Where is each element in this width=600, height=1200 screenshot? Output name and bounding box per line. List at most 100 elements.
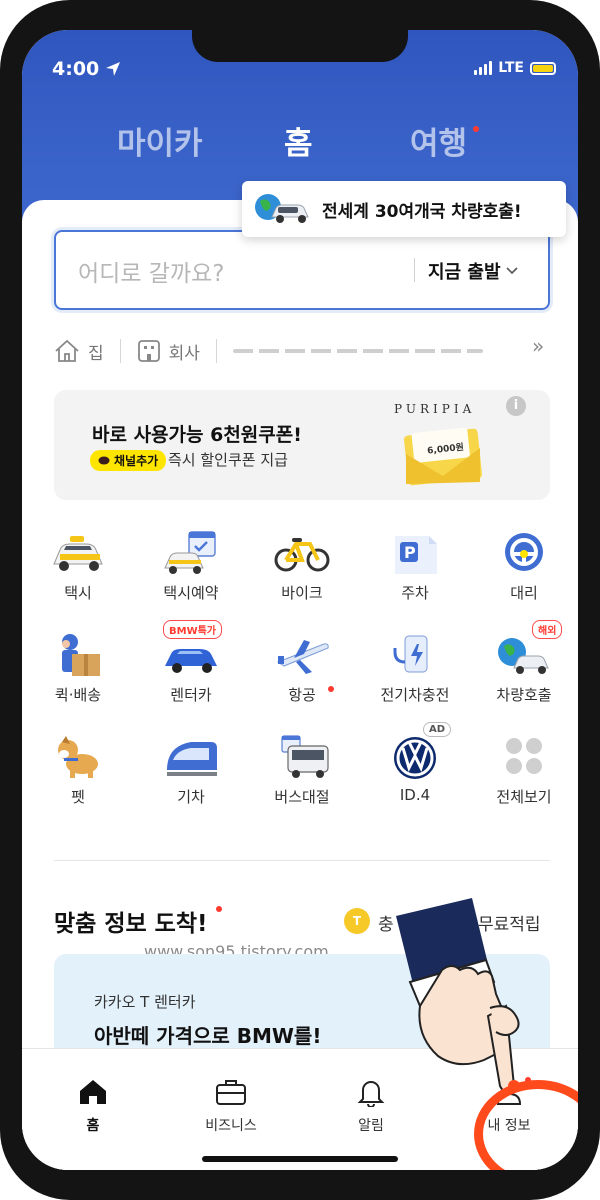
tab-mycar[interactable]: 마이카 xyxy=(117,118,203,163)
parking-icon: P xyxy=(395,536,437,574)
service-label: 펫 xyxy=(71,788,85,806)
taxi-icon xyxy=(53,536,103,571)
service-label: 전체보기 xyxy=(496,788,552,806)
section-new-dot xyxy=(216,906,222,912)
service-rental-car[interactable]: BMW특가 렌터카 xyxy=(141,620,241,720)
top-tabs: 마이카 홈 여행 xyxy=(22,118,578,168)
signal-icon xyxy=(474,61,493,75)
status-time: 4:00 xyxy=(52,58,121,80)
tab-bar-home[interactable]: 홈 xyxy=(38,1075,148,1135)
tooltip-text: 전세계 30여개국 차량호출! xyxy=(322,201,522,222)
train-icon xyxy=(167,742,217,776)
service-taxi[interactable]: 택시 xyxy=(28,526,128,618)
briefcase-icon xyxy=(216,1080,246,1105)
info-icon[interactable]: i xyxy=(506,396,526,416)
section-divider xyxy=(54,860,550,861)
shortcut-home[interactable]: 집 xyxy=(54,339,104,364)
channel-add-chip[interactable]: 채널추가 xyxy=(90,450,167,471)
service-train[interactable]: 기차 xyxy=(141,730,241,822)
service-bus-charter[interactable]: 버스대절 xyxy=(252,730,352,822)
battery-icon xyxy=(530,61,556,75)
shortcut-home-label: 집 xyxy=(88,343,104,364)
airplane-icon xyxy=(276,640,329,674)
promo-kicker: 카카오 T 렌터카 xyxy=(94,993,196,1011)
global-car-icon xyxy=(255,194,309,223)
depart-label: 지금 출발 xyxy=(428,262,501,283)
service-bike[interactable]: 바이크 xyxy=(252,526,352,618)
section-title: 맞춤 정보 도착! xyxy=(54,911,208,937)
bus-icon xyxy=(281,735,329,778)
tab-travel[interactable]: 여행 xyxy=(410,118,467,163)
service-label: 바이크 xyxy=(281,584,323,602)
volkswagen-logo-icon xyxy=(394,737,436,779)
bell-icon xyxy=(357,1081,385,1107)
service-label: ID.4 xyxy=(399,786,431,804)
status-bar: 4:00 LTE xyxy=(22,58,578,82)
shortcut-work[interactable]: 회사 xyxy=(137,339,200,364)
service-taxi-reservation[interactable]: 택시예약 xyxy=(141,526,241,618)
pointing-hand-icon xyxy=(396,898,520,1093)
location-arrow-icon xyxy=(106,62,121,76)
shortcut-bar: 집 회사 xyxy=(54,334,554,368)
pet-icon xyxy=(58,736,98,778)
shortcut-divider xyxy=(215,339,217,363)
svg-text:P: P xyxy=(404,543,416,562)
service-label: 렌터카 xyxy=(170,686,212,704)
service-driver[interactable]: 대리 xyxy=(474,526,574,618)
chat-bubble-icon xyxy=(98,456,110,464)
driver-icon xyxy=(505,533,543,571)
rental-car-icon xyxy=(165,649,217,673)
phone-frame: 4:00 LTE 마이카 홈 여행 전세계 30여개국 차량호출! 어디로 갈까… xyxy=(0,0,600,1200)
destination-search[interactable]: 어디로 갈까요? 지금 출발 xyxy=(54,230,550,310)
tab-bar-business[interactable]: 비즈니스 xyxy=(176,1075,286,1135)
home-icon xyxy=(80,1080,106,1104)
brand-logo: PURIPIA xyxy=(394,402,476,416)
service-label: 기차 xyxy=(177,788,205,806)
house-icon xyxy=(55,339,79,362)
chevron-double-right-icon[interactable]: » xyxy=(532,334,544,358)
network-label: LTE xyxy=(498,60,524,76)
tab-home[interactable]: 홈 xyxy=(284,118,313,163)
travel-new-dot xyxy=(473,126,479,132)
coupon-subtitle: 즉시 할인쿠폰 지급 xyxy=(168,451,288,469)
service-airline[interactable]: 항공 xyxy=(252,628,352,720)
service-parking[interactable]: P 주차 xyxy=(365,526,465,618)
delivery-icon xyxy=(62,634,100,676)
service-id4-ad[interactable]: AD ID.4 xyxy=(365,722,465,822)
service-label: 대리 xyxy=(510,584,538,602)
tab-bar-label: 비즈니스 xyxy=(205,1118,257,1134)
promo-title: 아반떼 가격으로 BMW를! xyxy=(94,1024,322,1048)
coupon-title: 바로 사용가능 6천원쿠폰! xyxy=(92,424,302,446)
tab-bar-label: 홈 xyxy=(86,1118,100,1134)
service-label: 전기차충전 xyxy=(380,686,450,704)
service-label: 항공 xyxy=(288,686,316,704)
service-global-ride[interactable]: 해외 차량호출 xyxy=(474,620,574,720)
shortcut-divider xyxy=(119,339,121,363)
search-divider xyxy=(414,258,415,282)
building-icon xyxy=(137,340,160,362)
tab-bar-label: 알림 xyxy=(358,1118,384,1134)
service-pet[interactable]: 펫 xyxy=(28,730,128,822)
global-ride-tooltip[interactable]: 전세계 30여개국 차량호출! xyxy=(242,181,566,237)
view-all-icon xyxy=(506,738,542,774)
bike-icon xyxy=(274,538,330,572)
channel-add-label: 채널추가 xyxy=(114,454,159,468)
airline-new-dot xyxy=(328,686,334,692)
depart-time-selector[interactable]: 지금 출발 xyxy=(428,258,519,284)
t-point-icon: T xyxy=(344,908,370,934)
taxi-reservation-icon xyxy=(164,531,216,574)
global-car-icon xyxy=(498,638,549,674)
service-view-all[interactable]: 전체보기 xyxy=(474,730,574,822)
chevron-down-icon xyxy=(505,267,518,275)
service-ev-charging[interactable]: 전기차충전 xyxy=(365,628,465,720)
coupon-banner[interactable]: 바로 사용가능 6천원쿠폰! 채널추가 즉시 할인쿠폰 지급 PURIPIA i… xyxy=(54,390,550,500)
status-time-text: 4:00 xyxy=(52,58,100,80)
search-input[interactable]: 어디로 갈까요? xyxy=(78,254,224,288)
coupon-envelope-icon: 6,000원 xyxy=(403,427,483,486)
service-label: 퀵·배송 xyxy=(54,686,102,704)
service-label: 택시예약 xyxy=(163,584,219,602)
service-delivery[interactable]: 퀵·배송 xyxy=(28,628,128,720)
recent-places-blurred[interactable] xyxy=(232,349,483,353)
service-label: 주차 xyxy=(401,584,429,602)
ev-charger-icon xyxy=(393,635,428,673)
